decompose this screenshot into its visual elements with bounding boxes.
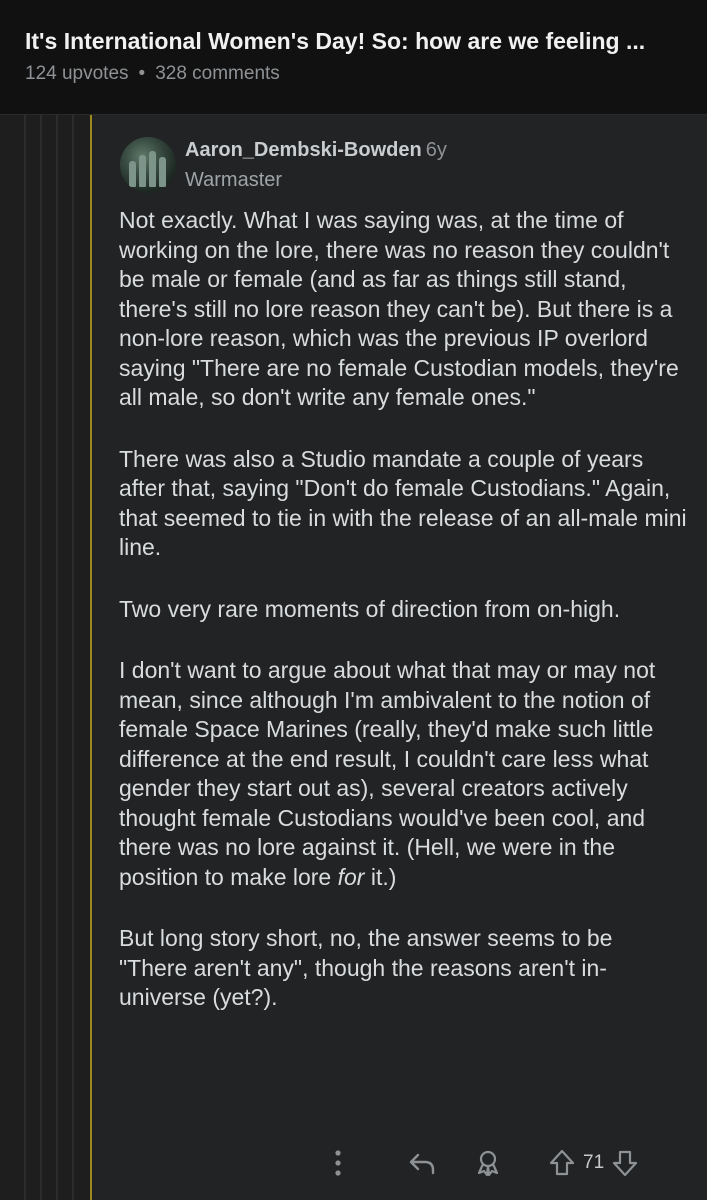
user-flair: Warmaster [185,169,283,191]
comment: Aaron_Dembski-Bowden 6y Warmaster Not exa… [93,115,707,1200]
comment-count[interactable]: 328 comments [155,63,280,84]
meta-separator: • [138,63,146,84]
post-header[interactable]: It's International Women's Day! So: how … [0,0,707,115]
comment-text: it.) [364,863,397,890]
reply-icon [409,1153,435,1175]
more-options-icon [335,1150,341,1176]
comment-author[interactable]: Aaron_Dembski-Bowden [185,139,422,161]
comment-paragraph: Two very rare moments of direction from … [119,595,621,622]
thread-indent-line[interactable] [40,115,42,1200]
comment-score: 71 [583,1152,605,1173]
comment-thread: Aaron_Dembski-Bowden 6y Warmaster Not exa… [0,115,707,1200]
avatar[interactable] [120,137,176,193]
post-meta: 124 upvotes • 328 comments [25,63,280,85]
thread-indent-line[interactable] [56,115,58,1200]
comment-emphasis: for [337,863,365,890]
vote-controls: 71 [547,1148,640,1178]
comment-body: Not exactly. What I was saying was, at t… [119,206,687,1045]
comment-action-bar: 71 [93,1140,707,1186]
comment-paragraph: But long story short, no, the answer see… [119,925,613,1010]
post-title[interactable]: It's International Women's Day! So: how … [25,28,685,55]
downvote-arrow-icon[interactable] [610,1148,640,1178]
comment-paragraph: Not exactly. What I was saying was, at t… [119,207,679,410]
comment-author-line: Aaron_Dembski-Bowden 6y [185,139,447,162]
thread-indent-line-active[interactable] [90,115,92,1200]
award-icon [477,1150,499,1177]
award-button[interactable] [473,1148,503,1178]
comment-paragraph: There was also a Studio mandate a couple… [119,445,687,561]
comment-text: I don't want to argue about what that ma… [119,657,656,890]
upvote-arrow-icon[interactable] [547,1148,577,1178]
thread-indent-line[interactable] [24,115,26,1200]
thread-indent-line[interactable] [72,115,74,1200]
upvote-count: 124 upvotes [25,63,129,84]
comment-paragraph: I don't want to argue about what that ma… [119,656,687,892]
reply-button[interactable] [407,1148,437,1178]
comment-age: 6y [425,139,447,161]
more-options-button[interactable] [333,1148,343,1178]
